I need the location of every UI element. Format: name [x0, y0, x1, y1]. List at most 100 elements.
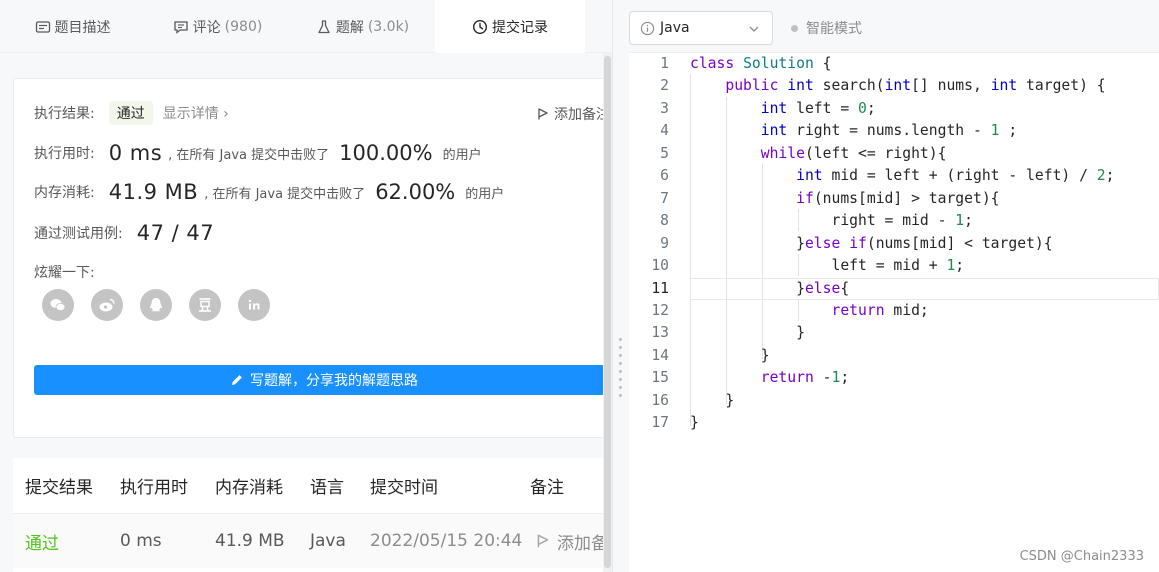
smart-mode-label: 智能模式	[806, 21, 862, 37]
code-text: }	[690, 414, 699, 432]
memory-row: 内存消耗: 41.9 MB , 在所有 Java 提交中击败了 62.00% 的…	[34, 180, 504, 204]
row-language: Java	[310, 531, 346, 551]
clock-icon	[472, 19, 488, 34]
code-text: class Solution {	[690, 55, 832, 72]
code-text: right = mid - 1;	[690, 212, 973, 230]
line-number: 6	[660, 167, 669, 185]
comment-icon	[174, 20, 188, 34]
table-header-cell: 语言	[310, 478, 344, 498]
problem-tab-bar: 题目描述 评论 (980) 题解 (3.0k) 提交记录	[0, 0, 615, 53]
row-add-note-label: 添加备	[557, 533, 608, 554]
line-number: 9	[660, 234, 669, 252]
line-number: 10	[651, 257, 669, 275]
tests-label: 通过测试用例:	[34, 226, 123, 242]
douban-icon[interactable]	[189, 289, 221, 321]
language-value: Java	[660, 20, 690, 36]
code-line[interactable]: 1 class Solution {	[629, 53, 1159, 75]
runtime-value: 0 ms	[108, 141, 163, 165]
row-result-link[interactable]: 通过	[25, 529, 59, 554]
tab-description-label: 题目描述	[54, 19, 111, 36]
tab-submissions[interactable]: 提交记录	[435, 0, 585, 53]
code-text: public int search(int[] nums, int target…	[725, 77, 1106, 95]
add-note-button[interactable]: 添加备注	[536, 104, 610, 124]
code-line[interactable]: 17}	[629, 412, 1159, 434]
code-line[interactable]: 2 public int search(int[] nums, int targ…	[629, 75, 1159, 97]
row-memory: 41.9 MB	[215, 531, 285, 551]
memory-beat-text: , 在所有 Java 提交中击败了	[204, 186, 366, 202]
code-text: }else if(nums[mid] < target){	[690, 234, 1053, 252]
code-line[interactable]: 6 int mid = left + (right - left) / 2;	[629, 165, 1159, 187]
code-text: while(left <= right){	[760, 144, 947, 162]
code-line[interactable]: 13 }	[629, 322, 1159, 344]
runtime-row: 执行用时: 0 ms , 在所有 Java 提交中击败了 100.00% 的用户	[34, 141, 482, 165]
code-line[interactable]: 15 return -1;	[629, 367, 1159, 389]
code-line[interactable]: 4 int right = nums.length - 1 ;	[629, 120, 1159, 142]
code-text: int mid = left + (right - left) / 2;	[796, 167, 1115, 185]
line-number: 8	[660, 212, 669, 230]
linkedin-icon[interactable]	[238, 289, 270, 321]
left-scrollbar-thumb[interactable]	[604, 56, 611, 568]
tests-value: 47 / 47	[136, 221, 215, 245]
code-text: left = mid + 1;	[690, 257, 965, 275]
write-solution-button[interactable]: 写题解，分享我的解题思路	[34, 365, 612, 395]
pane-resize-handle[interactable]	[612, 0, 629, 572]
smart-mode-toggle[interactable]: 智能模式	[791, 18, 862, 38]
line-number: 14	[651, 346, 669, 364]
chevron-down-icon	[749, 26, 759, 32]
table-header-cell: 提交结果	[25, 478, 93, 498]
tests-row: 通过测试用例: 47 / 47	[34, 221, 220, 245]
code-text: return mid;	[831, 301, 929, 319]
qq-icon[interactable]	[140, 289, 172, 321]
result-label: 执行结果:	[34, 106, 95, 122]
code-text: }	[690, 391, 735, 409]
code-text: int right = nums.length - 1 ;	[760, 122, 1018, 140]
status-dot-icon	[791, 24, 798, 32]
pencil-icon	[232, 375, 242, 385]
line-number: 17	[651, 414, 669, 432]
table-header: 提交结果 执行用时 内存消耗 语言 提交时间 备注	[13, 458, 612, 513]
tab-description[interactable]: 题目描述	[0, 0, 145, 53]
row-submit-time: 2022/05/15 20:44	[370, 531, 523, 551]
line-number: 11	[651, 279, 669, 297]
row-add-note-button[interactable]: 添加备	[535, 529, 608, 554]
share-row: 炫耀一下:	[34, 262, 95, 282]
code-line[interactable]: 3 int left = 0;	[629, 98, 1159, 120]
code-text: if(nums[mid] > target){	[796, 189, 1000, 207]
weibo-icon[interactable]	[91, 289, 123, 321]
code-editor[interactable]: 1 class Solution { 2 public int search(int…	[629, 53, 1159, 572]
line-number: 4	[660, 122, 669, 140]
line-number: 1	[660, 55, 669, 72]
code-line[interactable]: 7 if(nums[mid] > target){	[629, 188, 1159, 210]
code-line[interactable]: 14 }	[629, 345, 1159, 367]
code-text: }	[690, 324, 805, 342]
runtime-suffix: 的用户	[442, 147, 482, 163]
code-text: }	[690, 346, 770, 364]
line-number: 7	[660, 189, 669, 207]
drag-grip-icon	[619, 338, 622, 397]
row-runtime: 0 ms	[120, 531, 162, 551]
status-badge: 通过	[108, 101, 153, 125]
table-row[interactable]: 通过 0 ms 41.9 MB Java 2022/05/15 20:44 添加…	[13, 513, 612, 568]
code-line[interactable]: 10 left = mid + 1;	[629, 255, 1159, 277]
code-line[interactable]: 12 return mid;	[629, 300, 1159, 322]
code-line[interactable]: 5 while(left <= right){	[629, 143, 1159, 165]
code-line[interactable]: 11 }else{	[629, 277, 1159, 300]
wechat-icon[interactable]	[42, 289, 74, 321]
description-icon	[35, 20, 50, 33]
language-select[interactable]: Java	[629, 11, 773, 45]
memory-label: 内存消耗:	[34, 185, 95, 201]
info-icon	[640, 21, 655, 35]
flask-icon	[318, 19, 330, 33]
line-number: 12	[651, 301, 669, 319]
show-details-link[interactable]: 显示详情 ›	[163, 103, 229, 123]
code-line[interactable]: 16 }	[629, 390, 1159, 412]
tab-solutions[interactable]: 题解 (3.0k)	[290, 0, 435, 53]
line-number: 13	[651, 324, 669, 342]
memory-value: 41.9 MB	[108, 180, 199, 204]
line-number: 2	[660, 77, 669, 95]
code-line[interactable]: 8 right = mid - 1;	[629, 210, 1159, 232]
runtime-label: 执行用时:	[34, 146, 95, 162]
code-line[interactable]: 9 }else if(nums[mid] < target){	[629, 233, 1159, 255]
table-header-cell: 内存消耗	[215, 478, 283, 498]
tab-comments[interactable]: 评论 (980)	[145, 0, 290, 53]
